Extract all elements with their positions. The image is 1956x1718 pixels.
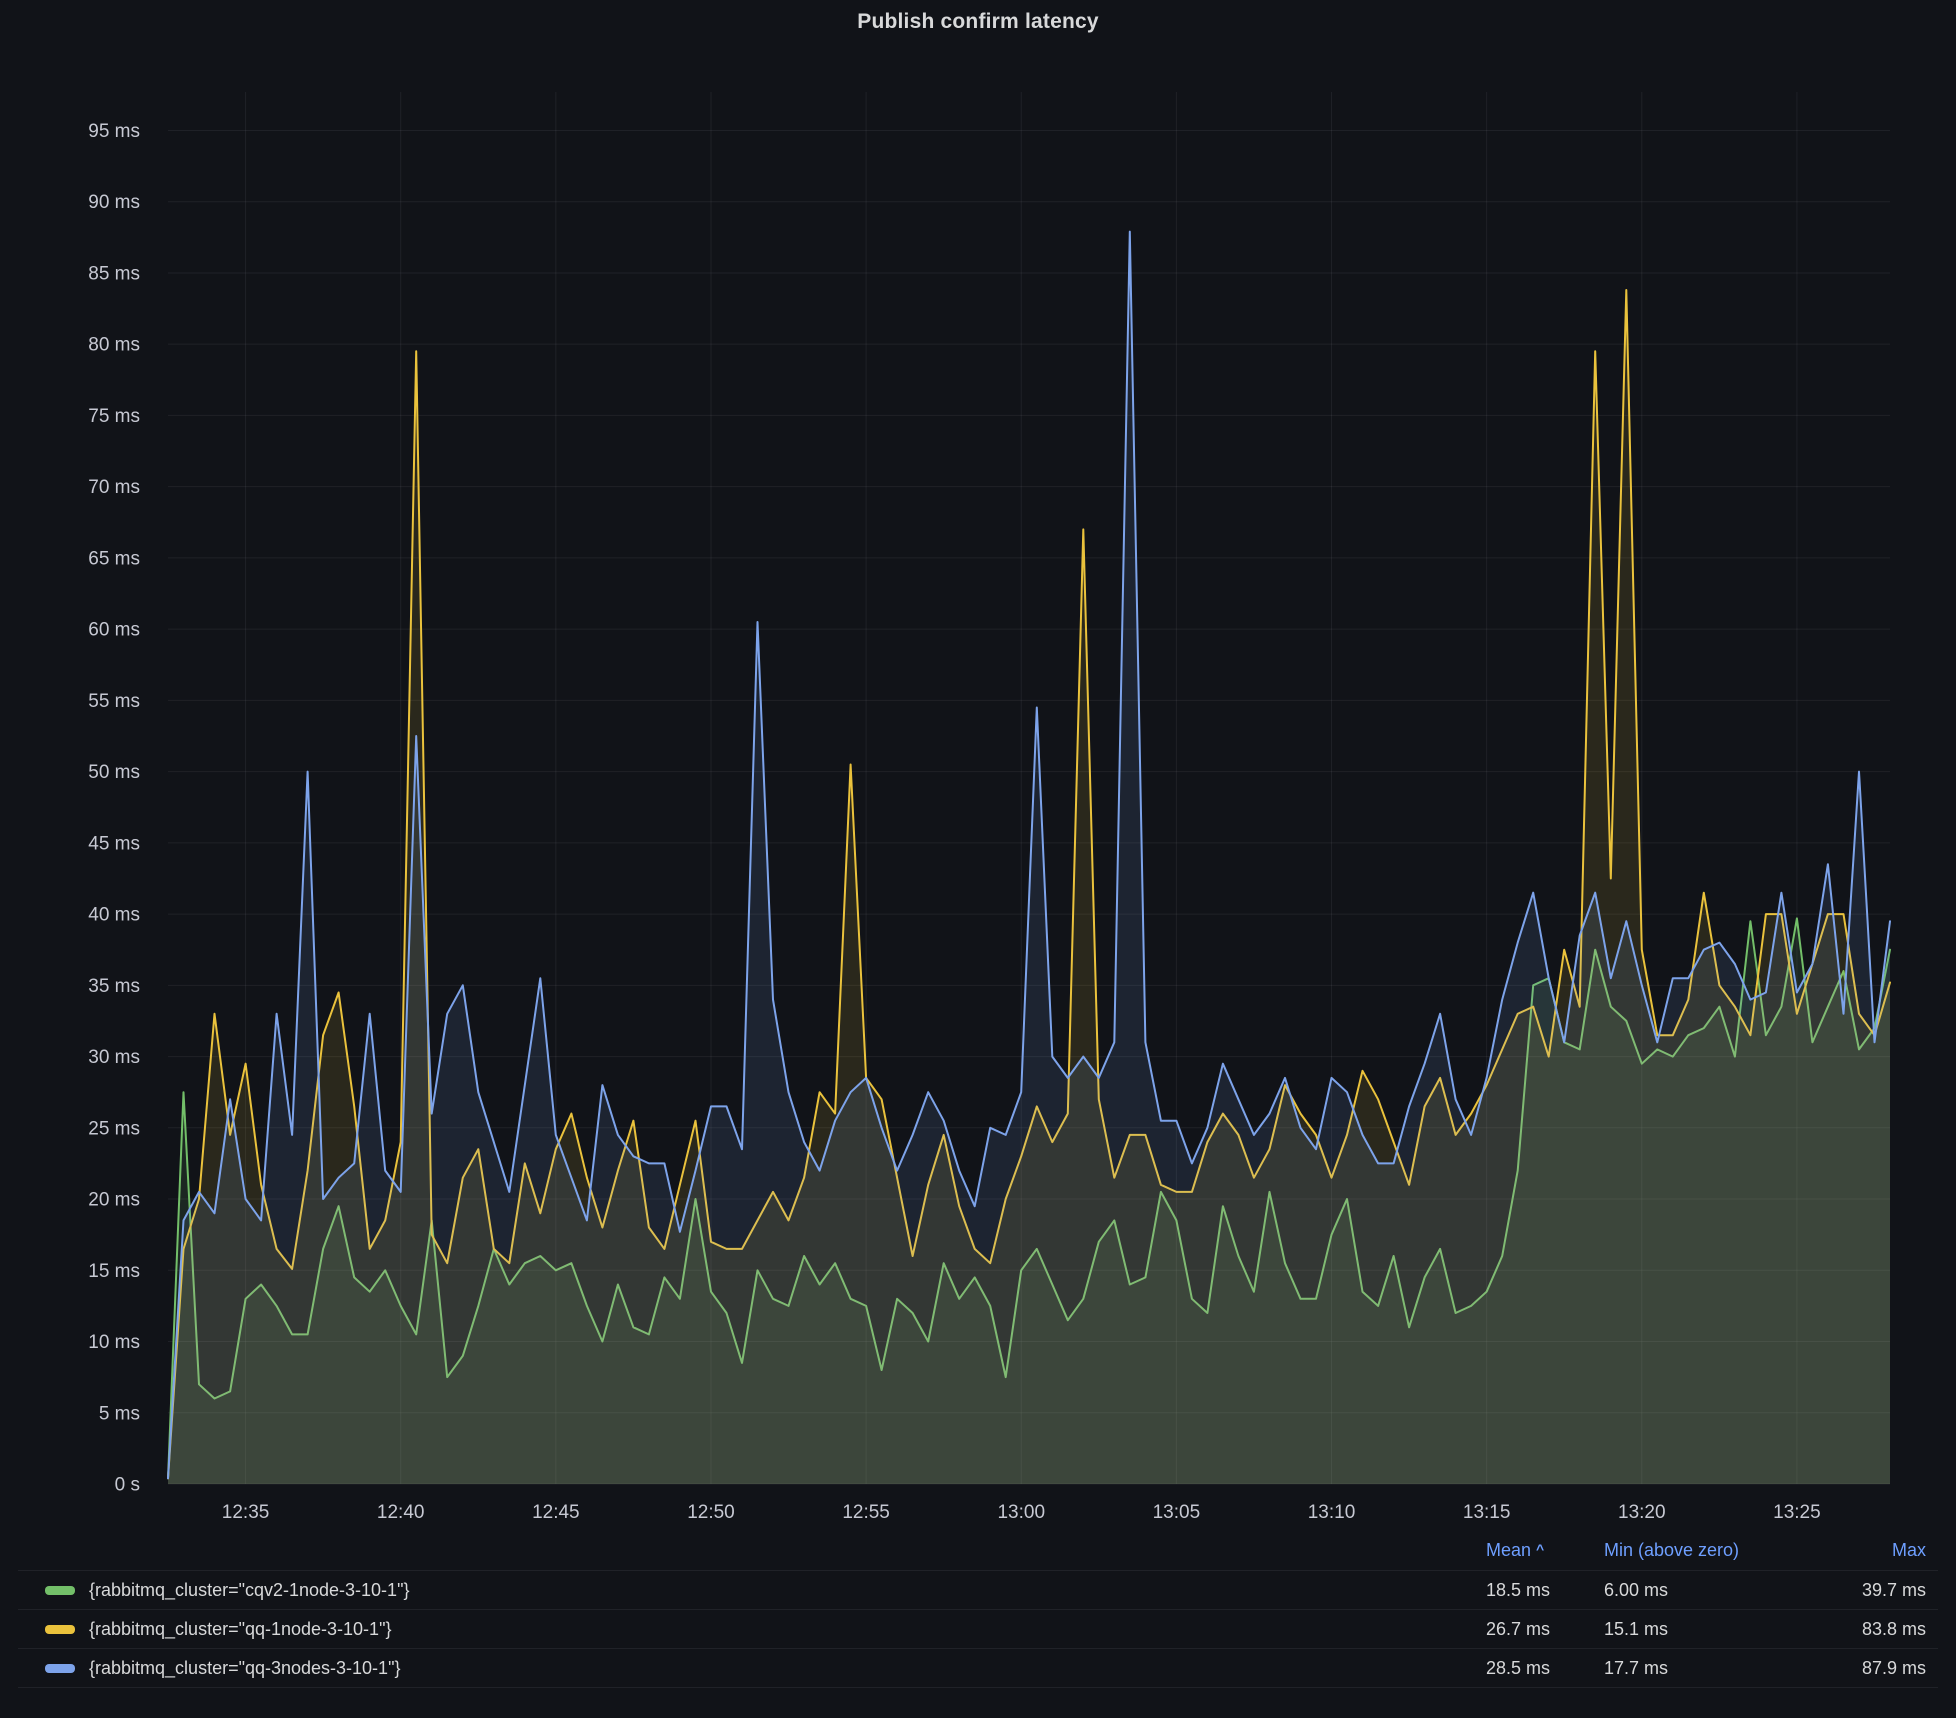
y-tick-label: 5 ms (99, 1403, 140, 1424)
y-tick-label: 15 ms (88, 1261, 140, 1282)
x-tick-label: 12:45 (532, 1502, 580, 1523)
legend-col-min[interactable]: Min (above zero) (1604, 1540, 1830, 1561)
x-tick-label: 13:10 (1308, 1502, 1356, 1523)
x-tick-label: 12:50 (687, 1502, 735, 1523)
series-max-value: 87.9 ms (1830, 1658, 1926, 1679)
y-tick-label: 0 s (115, 1475, 140, 1496)
series-mean-value: 18.5 ms (1486, 1580, 1604, 1601)
y-tick-label: 25 ms (88, 1118, 140, 1139)
legend-header: Mean ^ Min (above zero) Max (18, 1530, 1938, 1571)
y-tick-label: 90 ms (88, 192, 140, 213)
x-tick-label: 12:35 (222, 1502, 270, 1523)
series-mean-value: 28.5 ms (1486, 1658, 1604, 1679)
x-tick-label: 13:20 (1618, 1502, 1666, 1523)
y-tick-label: 70 ms (88, 477, 140, 498)
series-max-value: 83.8 ms (1830, 1619, 1926, 1640)
x-tick-label: 13:05 (1153, 1502, 1201, 1523)
y-tick-label: 65 ms (88, 548, 140, 569)
legend-row: {rabbitmq_cluster="cqv2-1node-3-10-1"}18… (18, 1571, 1938, 1610)
series-label[interactable]: {rabbitmq_cluster="qq-3nodes-3-10-1"} (89, 1658, 1486, 1679)
y-tick-label: 10 ms (88, 1332, 140, 1353)
y-tick-label: 20 ms (88, 1190, 140, 1211)
x-tick-label: 12:55 (842, 1502, 890, 1523)
series-min-value: 15.1 ms (1604, 1619, 1830, 1640)
y-tick-label: 50 ms (88, 762, 140, 783)
plot-area[interactable] (168, 92, 1890, 1484)
time-series-chart[interactable]: 0 s 5 ms 10 ms 15 ms 20 ms 25 ms 30 ms 35 ms 40 … (0, 0, 1956, 1530)
x-tick-label: 13:25 (1773, 1502, 1821, 1523)
y-tick-label: 75 ms (88, 406, 140, 427)
y-tick-label: 95 ms (88, 121, 140, 142)
y-tick-label: 55 ms (88, 691, 140, 712)
legend: Mean ^ Min (above zero) Max {rabbitmq_cl… (18, 1530, 1938, 1688)
legend-col-mean[interactable]: Mean ^ (1486, 1540, 1604, 1561)
x-tick-label: 13:15 (1463, 1502, 1511, 1523)
y-tick-label: 80 ms (88, 335, 140, 356)
legend-col-max[interactable]: Max (1830, 1540, 1926, 1561)
x-tick-label: 12:40 (377, 1502, 425, 1523)
y-tick-label: 35 ms (88, 976, 140, 997)
y-tick-label: 40 ms (88, 905, 140, 926)
series-swatch-icon[interactable] (45, 1625, 75, 1634)
series-swatch-icon[interactable] (45, 1664, 75, 1673)
sort-caret-icon: ^ (1536, 1541, 1544, 1557)
series-min-value: 17.7 ms (1604, 1658, 1830, 1679)
x-tick-label: 13:00 (997, 1502, 1045, 1523)
series-max-value: 39.7 ms (1830, 1580, 1926, 1601)
legend-row: {rabbitmq_cluster="qq-3nodes-3-10-1"}28.… (18, 1649, 1938, 1688)
y-tick-label: 30 ms (88, 1047, 140, 1068)
y-tick-label: 60 ms (88, 620, 140, 641)
series-min-value: 6.00 ms (1604, 1580, 1830, 1601)
legend-rows: {rabbitmq_cluster="cqv2-1node-3-10-1"}18… (18, 1571, 1938, 1688)
legend-row: {rabbitmq_cluster="qq-1node-3-10-1"}26.7… (18, 1610, 1938, 1649)
y-tick-label: 45 ms (88, 833, 140, 854)
series-mean-value: 26.7 ms (1486, 1619, 1604, 1640)
series-label[interactable]: {rabbitmq_cluster="cqv2-1node-3-10-1"} (89, 1580, 1486, 1601)
series-swatch-icon[interactable] (45, 1586, 75, 1595)
series-label[interactable]: {rabbitmq_cluster="qq-1node-3-10-1"} (89, 1619, 1486, 1640)
y-tick-label: 85 ms (88, 263, 140, 284)
